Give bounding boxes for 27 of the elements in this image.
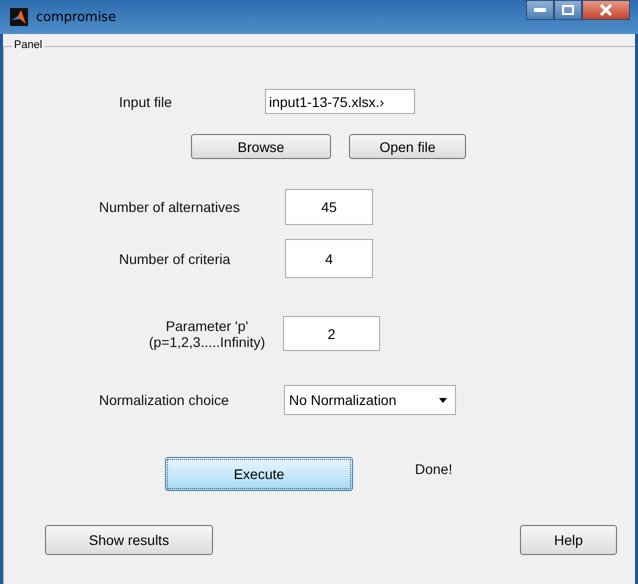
panel-title: Panel — [12, 39, 44, 51]
parameter-field[interactable]: 2 — [283, 316, 380, 351]
input-file-field[interactable]: input1-13-75.xlsx.› — [265, 89, 415, 114]
show-results-button[interactable]: Show results — [45, 525, 213, 555]
execute-button[interactable]: Execute — [165, 457, 353, 491]
minimize-button[interactable] — [526, 0, 554, 20]
criteria-label: Number of criteria — [119, 250, 232, 266]
browse-button[interactable]: Browse — [191, 134, 331, 159]
app-logo-icon — [10, 8, 28, 26]
criteria-field[interactable]: 4 — [285, 239, 373, 278]
caret-icon — [439, 398, 447, 402]
input-file-label: Input file — [119, 94, 173, 110]
alternatives-label: Number of alternatives — [99, 199, 241, 215]
parameter-label: Parameter 'p' — [166, 318, 248, 334]
parameter-hint: (p=1,2,3.....Infinity) — [148, 334, 266, 350]
close-icon — [600, 4, 612, 16]
open-file-button[interactable]: Open file — [349, 134, 466, 159]
normalization-label: Normalization choice — [99, 392, 230, 408]
window-title: compromise — [36, 10, 118, 24]
minimize-icon — [534, 8, 546, 12]
help-button[interactable]: Help — [520, 525, 617, 555]
status-text: Done! — [415, 461, 452, 477]
maximize-button[interactable] — [554, 0, 582, 20]
close-button[interactable] — [582, 0, 630, 20]
normalization-dropdown[interactable]: No Normalization — [284, 385, 456, 415]
alternatives-field[interactable]: 45 — [285, 189, 373, 225]
maximize-icon — [562, 5, 574, 15]
